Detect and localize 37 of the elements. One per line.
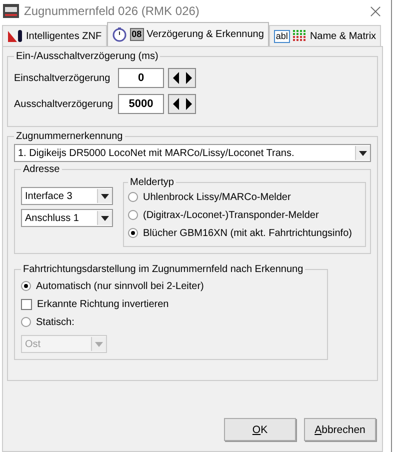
window-title: Zugnummernfeld 026 (RMK 026) — [24, 4, 200, 18]
group-title: Fahrtrichtungsdarstellung im Zugnummernfeld nach Erkennung — [22, 264, 304, 275]
dialog-button[interactable]: OK — [224, 418, 296, 441]
tab[interactable]: 08 Verzögerung & Erkennung — [106, 22, 269, 46]
stopwatch-icon — [112, 27, 127, 42]
radio-option[interactable]: Statisch: — [21, 313, 321, 331]
app-icon — [3, 4, 19, 18]
number-field[interactable]: 0 — [118, 68, 164, 88]
radio-option[interactable]: (Digitrax-/Loconet-)Transponder-Melder — [128, 206, 361, 224]
counter-icon: 08 — [130, 28, 144, 41]
spin-buttons[interactable] — [168, 68, 196, 88]
caret-icon — [101, 194, 109, 198]
group-title: Ein-/Ausschaltverzögerung (ms) — [15, 51, 160, 62]
radio-option[interactable]: Blücher GBM16XN (mit akt. Fahrtrichtungsinfo) — [128, 224, 361, 242]
port-dropdown[interactable]: Anschluss 1 — [21, 209, 113, 227]
group-title: Zugnummernerkennung — [15, 131, 124, 142]
close-icon[interactable] — [370, 6, 381, 16]
tab[interactable]: abl Name & Matrix — [268, 25, 382, 46]
caret-icon — [359, 150, 367, 156]
field-label: Ausschaltverzögerung — [14, 98, 114, 110]
field-label: Einschaltverzögerung — [14, 72, 112, 84]
dialog-button[interactable]: Abbrechen — [304, 418, 376, 441]
caret-icon — [101, 216, 109, 220]
number-field[interactable]: 5000 — [118, 94, 164, 114]
system-dropdown[interactable]: 1. Digikeijs DR5000 LocoNet mit MARCo/Lissy/Loconet Trans. — [14, 144, 371, 162]
text-field-icon: abl — [274, 30, 290, 42]
matrix-icon — [292, 30, 307, 42]
checkbox-option[interactable]: Erkannte Richtung invertieren — [21, 295, 321, 313]
group-title: Meldertyp — [129, 177, 175, 188]
group-title: Adresse — [22, 164, 61, 175]
caret-icon — [95, 342, 103, 346]
radio-option[interactable]: Automatisch (nur sinnvoll bei 2-Leiter) — [21, 277, 321, 295]
spin-buttons[interactable] — [168, 94, 196, 114]
flag-icon — [7, 29, 23, 43]
interface-dropdown[interactable]: Interface 3 — [21, 187, 113, 205]
tab[interactable]: Intelligentes ZNF — [2, 25, 107, 46]
radio-option[interactable]: Uhlenbrock Lissy/MARCo-Melder — [128, 188, 361, 206]
